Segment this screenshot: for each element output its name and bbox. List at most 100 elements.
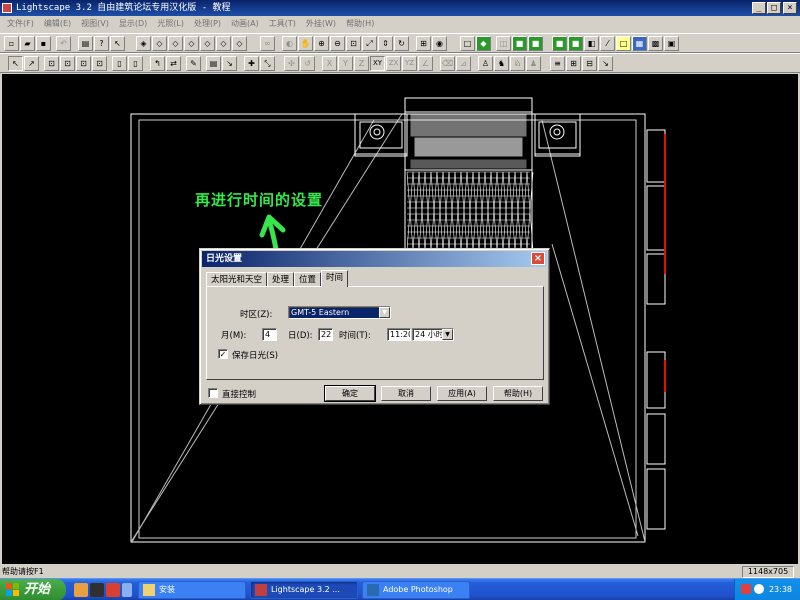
quicklaunch-4-icon[interactable] xyxy=(122,583,132,597)
page-icon[interactable]: ▯ xyxy=(112,56,127,71)
menu-light[interactable]: 光照(L) xyxy=(152,16,189,32)
quicklaunch-3-icon[interactable] xyxy=(106,583,120,597)
camera-icon[interactable]: ◉ xyxy=(432,36,447,51)
texture-map-icon[interactable]: ▤ xyxy=(206,56,221,71)
wire-cube-icon[interactable]: ◫ xyxy=(496,36,511,51)
time-format-select[interactable]: 24 小时 ▼ xyxy=(412,328,454,341)
orbit-icon[interactable]: ◐ xyxy=(282,36,297,51)
tray-app-icon[interactable] xyxy=(741,584,751,594)
pointer-plus-icon[interactable]: ↗ xyxy=(24,56,39,71)
task-folder[interactable]: 安装 xyxy=(138,581,246,599)
select-layer-icon[interactable]: ⊡ xyxy=(92,56,107,71)
cube-view-5-icon[interactable]: ◇ xyxy=(216,36,231,51)
time-field[interactable]: 11:20 xyxy=(387,328,411,341)
display-white-icon[interactable]: □ xyxy=(460,36,475,51)
minimize-button[interactable]: _ xyxy=(752,2,766,14)
solid-cube-icon[interactable]: ■ xyxy=(512,36,527,51)
dialog-title-bar[interactable]: 日光设置 × xyxy=(202,251,547,267)
display-green-icon[interactable]: ◆ xyxy=(476,36,491,51)
cube-view-2-icon[interactable]: ◇ xyxy=(168,36,183,51)
cube-view-4-icon[interactable]: ◇ xyxy=(200,36,215,51)
eraser-icon[interactable]: ⌫ xyxy=(440,56,455,71)
texture-icon[interactable]: ▩ xyxy=(648,36,663,51)
help-icon[interactable]: ? xyxy=(94,36,109,51)
output-icon[interactable]: ▣ xyxy=(664,36,679,51)
link-icon[interactable]: ∞ xyxy=(260,36,275,51)
pointer-icon[interactable]: ↖ xyxy=(8,56,23,71)
plane-xy-button[interactable]: XY xyxy=(370,56,385,71)
layers-icon[interactable]: ≡ xyxy=(550,56,565,71)
render-2-icon[interactable]: ■ xyxy=(568,36,583,51)
plane-yz-button[interactable]: YZ xyxy=(402,56,417,71)
axis-y-button[interactable]: Y xyxy=(338,56,353,71)
light-icon[interactable]: □ xyxy=(616,36,631,51)
timezone-select[interactable]: GMT-5 Eastern ▼ xyxy=(288,306,391,319)
angle-icon[interactable]: ∠ xyxy=(418,56,433,71)
new-file-icon[interactable]: ▫ xyxy=(4,36,19,51)
flip-icon[interactable]: ↰ xyxy=(150,56,165,71)
chevron-down-icon[interactable]: ▼ xyxy=(442,329,453,340)
zoom-in-icon[interactable]: ⊕ xyxy=(314,36,329,51)
close-button[interactable]: × xyxy=(783,2,797,14)
menu-edit[interactable]: 编辑(E) xyxy=(39,16,76,32)
arrow-map-icon[interactable]: ↘ xyxy=(222,56,237,71)
figure-icon[interactable]: ♟ xyxy=(526,56,541,71)
pan-icon[interactable]: ✋ xyxy=(298,36,313,51)
zoom-out-icon[interactable]: ⊖ xyxy=(330,36,345,51)
zoom-all-icon[interactable]: ⊞ xyxy=(416,36,431,51)
shaded-cube-icon[interactable]: ■ xyxy=(528,36,543,51)
scale-icon[interactable]: ⤡ xyxy=(260,56,275,71)
task-lightscape[interactable]: Lightscape 3.2 ... xyxy=(250,581,358,599)
menu-process[interactable]: 处理(P) xyxy=(189,16,226,32)
axis-x-button[interactable]: X xyxy=(322,56,337,71)
edit-icon[interactable]: ✎ xyxy=(186,56,201,71)
cube-view-1-icon[interactable]: ◇ xyxy=(152,36,167,51)
menu-help[interactable]: 帮助(H) xyxy=(341,16,379,32)
layer-edit-icon[interactable]: ⊟ xyxy=(582,56,597,71)
apply-button[interactable]: 应用(A) xyxy=(437,386,487,401)
ok-button[interactable]: 确定 xyxy=(324,385,376,402)
menu-file[interactable]: 文件(F) xyxy=(2,16,39,32)
save-icon[interactable]: ▪ xyxy=(36,36,51,51)
tab-sun-sky[interactable]: 太阳光和天空 xyxy=(206,272,268,287)
walk-icon[interactable]: ⇕ xyxy=(378,36,393,51)
task-photoshop[interactable]: Adobe Photoshop xyxy=(362,581,470,599)
cube-view-3-icon[interactable]: ◇ xyxy=(184,36,199,51)
grid-icon[interactable]: ✣ xyxy=(284,56,299,71)
plane-zx-button[interactable]: ZX xyxy=(386,56,401,71)
tab-location[interactable]: 位置 xyxy=(294,272,322,287)
window-title-bar[interactable]: Lightscape 3.2 自由建筑论坛专用汉化版 - 教程 _ □ × xyxy=(0,0,800,16)
quicklaunch-2-icon[interactable] xyxy=(90,583,104,597)
render-3-icon[interactable]: ◧ xyxy=(584,36,599,51)
layer-select-icon[interactable]: ↘ xyxy=(598,56,613,71)
material-icon[interactable]: ▦ xyxy=(632,36,647,51)
quicklaunch-1-icon[interactable] xyxy=(74,583,88,597)
day-field[interactable]: 22 xyxy=(318,328,333,341)
menu-view[interactable]: 视图(V) xyxy=(76,16,114,32)
context-help-icon[interactable]: ↖ xyxy=(110,36,125,51)
rotate-gray-icon[interactable]: ↺ xyxy=(300,56,315,71)
menu-animation[interactable]: 动画(A) xyxy=(226,16,264,32)
measure-icon[interactable]: ⊿ xyxy=(456,56,471,71)
menu-display[interactable]: 显示(D) xyxy=(114,16,152,32)
mirror-icon[interactable]: ⇄ xyxy=(166,56,181,71)
cube-view-6-icon[interactable]: ◇ xyxy=(232,36,247,51)
render-1-icon[interactable]: ■ xyxy=(552,36,567,51)
cancel-button[interactable]: 取消 xyxy=(381,386,431,401)
page-copy-icon[interactable]: ▯ xyxy=(128,56,143,71)
person-tool-icon[interactable]: ♙ xyxy=(478,56,493,71)
zoom-window-icon[interactable]: ⊡ xyxy=(346,36,361,51)
menu-plugins[interactable]: 外挂(W) xyxy=(301,16,341,32)
axis-z-button[interactable]: Z xyxy=(354,56,369,71)
select-surface-icon[interactable]: ⊡ xyxy=(44,56,59,71)
tab-processing[interactable]: 处理 xyxy=(267,272,295,287)
select-tool-icon[interactable]: ◈ xyxy=(136,36,151,51)
move-icon[interactable]: ✚ xyxy=(244,56,259,71)
layer-plus-icon[interactable]: ⊞ xyxy=(566,56,581,71)
direct-control-checkbox[interactable] xyxy=(208,388,218,398)
tab-time[interactable]: 时间 xyxy=(321,270,349,287)
start-button[interactable]: 开始 xyxy=(0,579,66,600)
select-block-icon[interactable]: ⊡ xyxy=(76,56,91,71)
tray-volume-icon[interactable] xyxy=(754,584,764,594)
open-file-icon[interactable]: ▰ xyxy=(20,36,35,51)
